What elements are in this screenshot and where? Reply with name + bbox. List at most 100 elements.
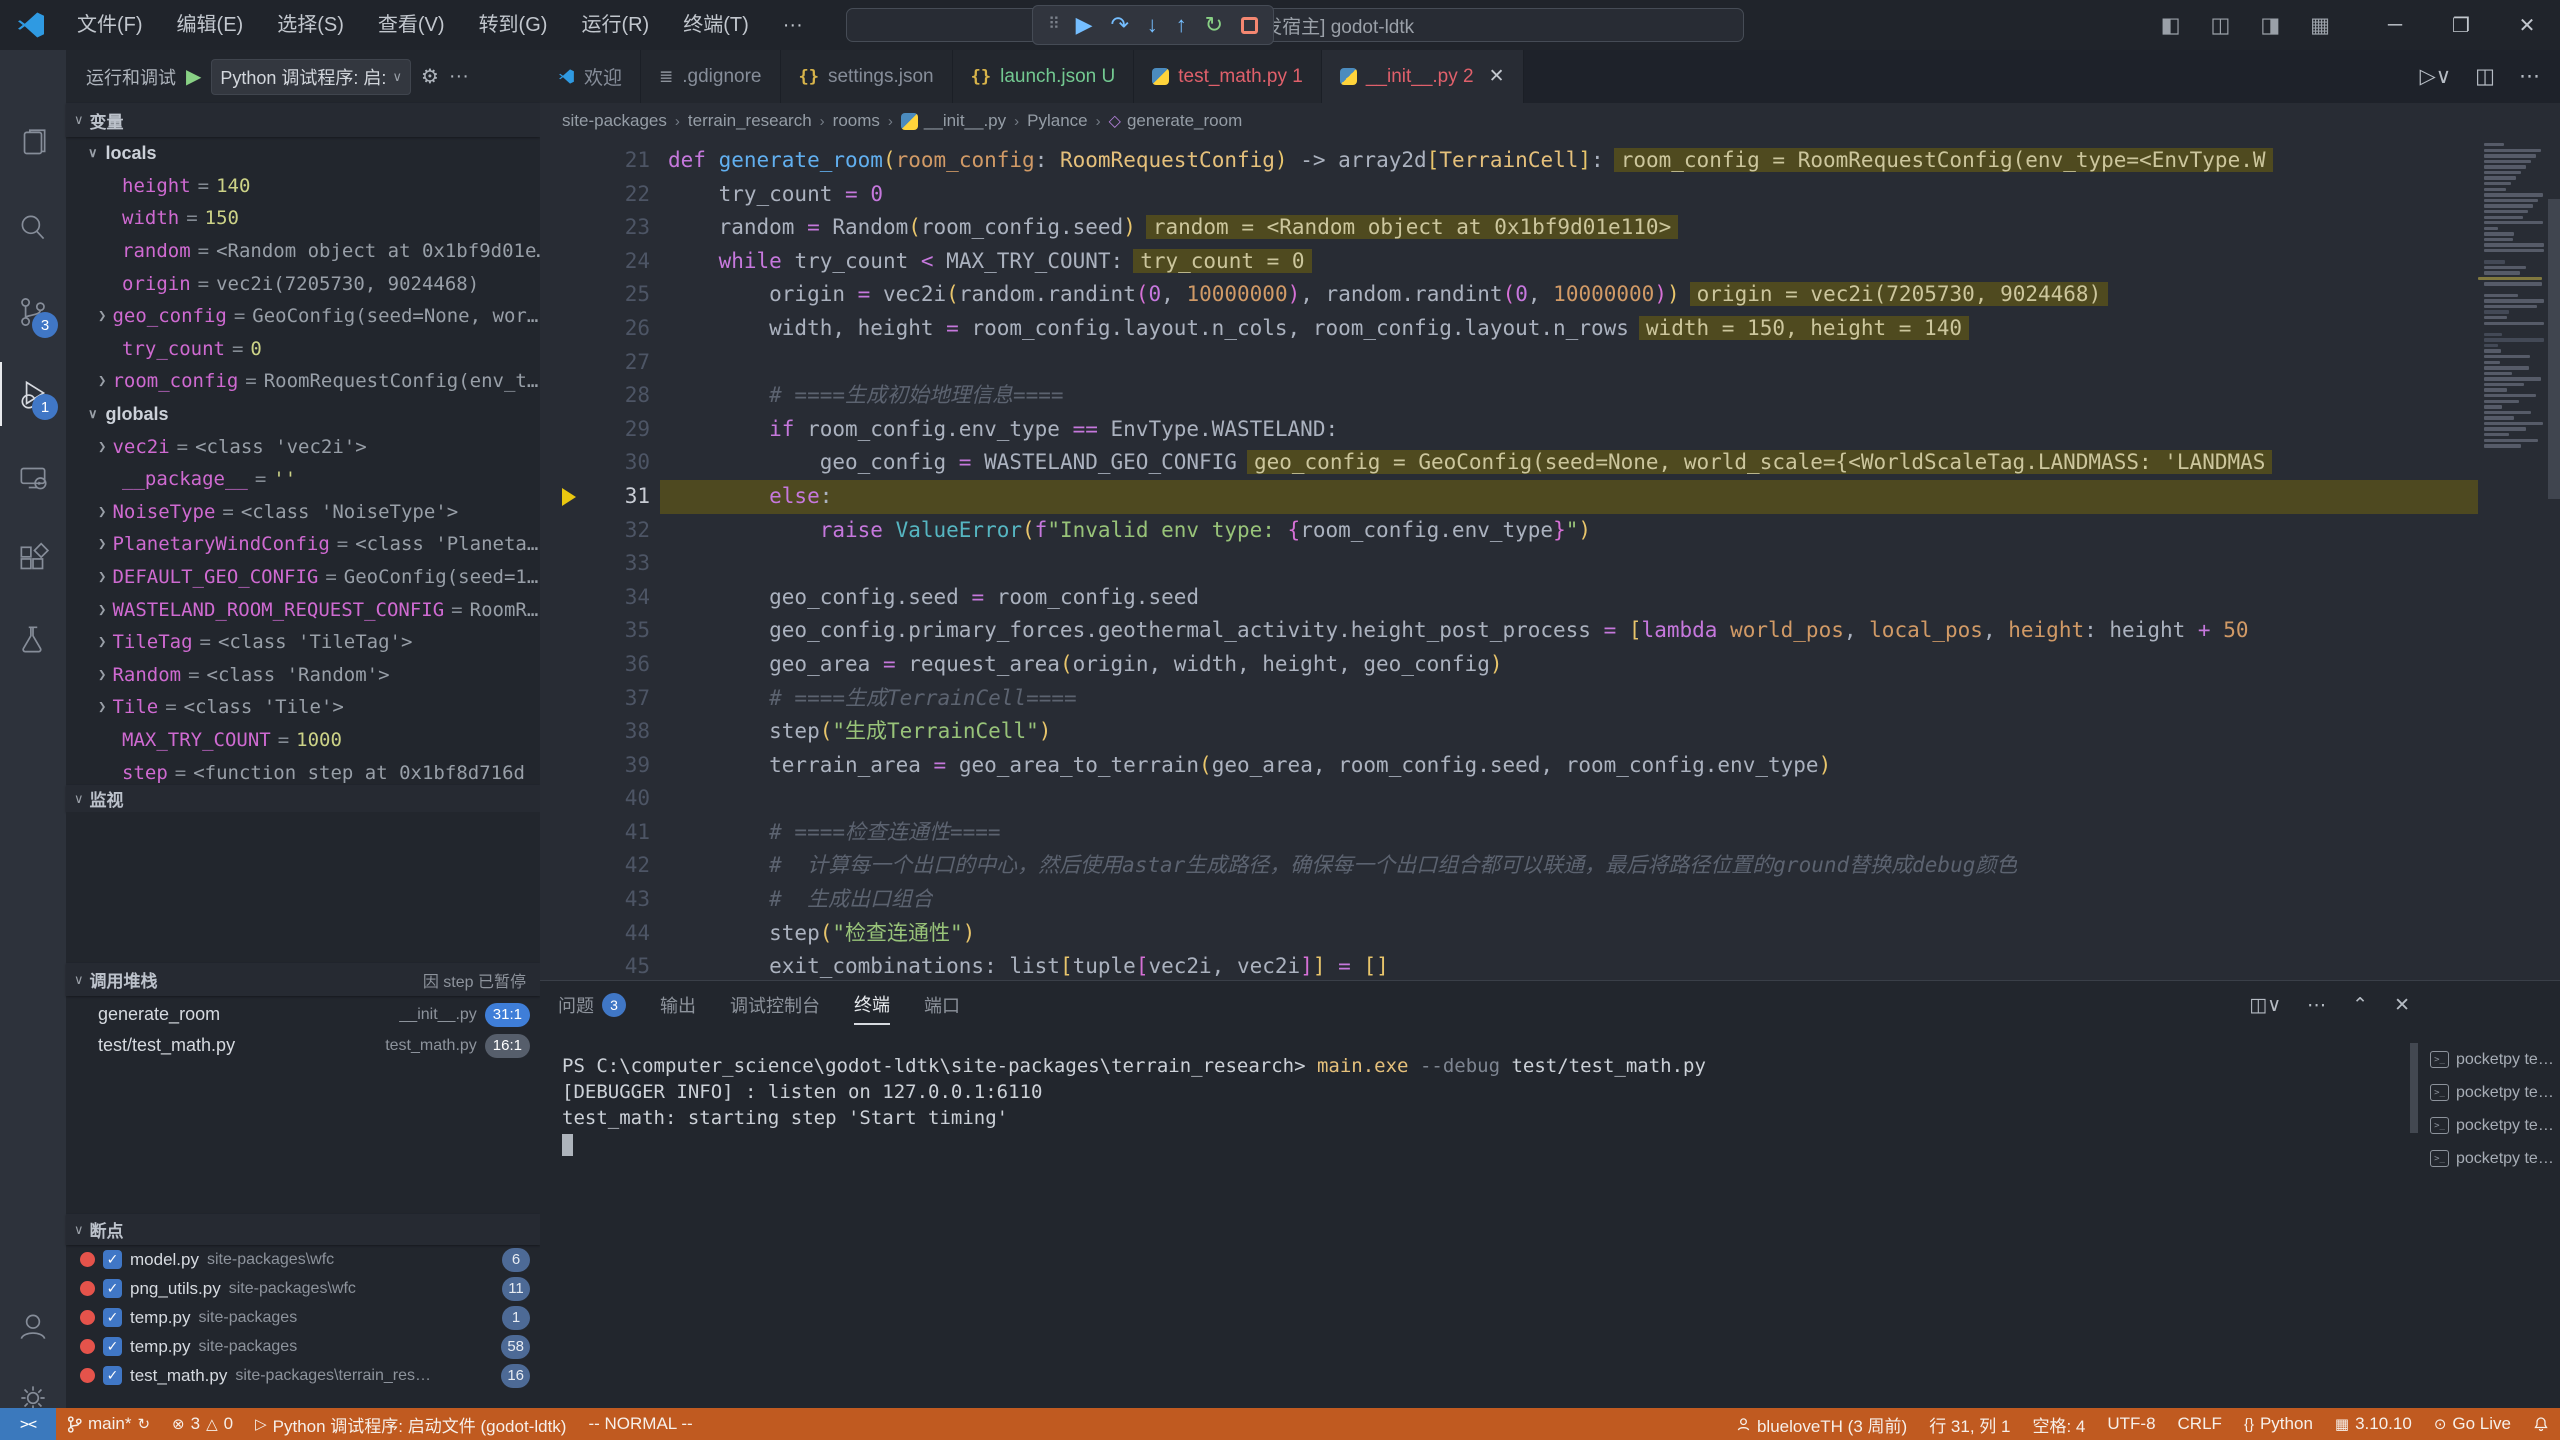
breadcrumb[interactable]: site-packages›terrain_research›rooms›__i…	[540, 103, 2560, 139]
stop-button[interactable]	[1241, 17, 1258, 34]
notifications-bell[interactable]	[2522, 1408, 2560, 1440]
terminal-instance[interactable]: >_pocketpy te…	[2430, 1076, 2560, 1109]
variable-row[interactable]: step=<function step at 0x1bf8d716d	[66, 756, 540, 785]
breakpoint-row[interactable]: ✓test_math.pysite-packages\terrain_res…1…	[66, 1361, 540, 1390]
breakpoint-row[interactable]: ✓model.pysite-packages\wfc6	[66, 1245, 540, 1274]
more-actions-icon[interactable]: ···	[449, 65, 469, 88]
git-blame-item[interactable]: blueloveTH (3 周前)	[1725, 1408, 1918, 1440]
variable-row[interactable]: ❯WASTELAND_ROOM_REQUEST_CONFIG=RoomR…	[66, 593, 540, 626]
watch-section-header[interactable]: ∨监视	[66, 785, 540, 812]
tab-__init__.py[interactable]: __init__.py 2✕	[1322, 50, 1524, 103]
menu-g[interactable]: 转到(G)	[462, 0, 565, 50]
extensions[interactable]	[0, 528, 66, 592]
menu-v[interactable]: 查看(V)	[361, 0, 462, 50]
breakpoints-section-header[interactable]: ∨断点	[66, 1214, 540, 1245]
testing[interactable]	[0, 608, 66, 672]
breakpoint-checkbox[interactable]: ✓	[103, 1308, 122, 1327]
variable-row[interactable]: ❯vec2i=<class 'vec2i'>	[66, 430, 540, 463]
editor-scrollbar[interactable]	[2548, 199, 2560, 499]
toggle-sidebar-icon[interactable]: ◧	[2161, 13, 2181, 38]
minimize-button[interactable]: ─	[2362, 0, 2428, 50]
git-branch-item[interactable]: main* ↻	[56, 1408, 161, 1440]
step-into-button[interactable]: ↓	[1147, 5, 1158, 45]
terminal-instance[interactable]: >_pocketpy te…	[2430, 1142, 2560, 1175]
eol-sequence[interactable]: CRLF	[2167, 1408, 2233, 1440]
tab-launch.json[interactable]: {}launch.json U	[953, 50, 1135, 103]
panel-tab-终端[interactable]: 终端	[854, 985, 890, 1025]
breakpoint-checkbox[interactable]: ✓	[103, 1279, 122, 1298]
variables-group[interactable]: ∨globals	[66, 398, 540, 431]
indentation[interactable]: 空格: 4	[2021, 1408, 2096, 1440]
tab-test_math.py[interactable]: test_math.py 1	[1134, 50, 1322, 103]
variable-row[interactable]: ❯NoiseType=<class 'NoiseType'>	[66, 496, 540, 529]
call-stack-frame[interactable]: generate_room__init__.py31:1	[66, 999, 540, 1030]
close-button[interactable]: ✕	[2494, 0, 2560, 50]
variable-row[interactable]: height=140	[66, 170, 540, 203]
variable-row[interactable]: ❯room_config=RoomRequestConfig(env_t…	[66, 365, 540, 398]
terminal-instance[interactable]: >_pocketpy te…	[2430, 1109, 2560, 1142]
step-over-button[interactable]: ↷	[1110, 5, 1128, 45]
python-interpreter[interactable]: ▦ 3.10.10	[2324, 1408, 2423, 1440]
menu-[interactable]: ···	[766, 0, 820, 50]
customize-layout-icon[interactable]: ▦	[2310, 13, 2330, 38]
panel-tab-调试控制台[interactable]: 调试控制台	[730, 985, 820, 1025]
panel-tab-问题[interactable]: 问题3	[558, 985, 626, 1025]
restore-button[interactable]: ❐	[2428, 0, 2494, 50]
continue-button[interactable]: ▶	[1076, 5, 1093, 45]
source-control[interactable]: 3	[0, 280, 66, 344]
variable-row[interactable]: ❯PlanetaryWindConfig=<class 'Planeta…	[66, 528, 540, 561]
command-center-search[interactable]: [扩展开发宿主] godot-ldtk	[846, 8, 1744, 42]
panel-tab-端口[interactable]: 端口	[924, 985, 960, 1025]
breadcrumb-item[interactable]: terrain_research	[688, 111, 812, 131]
variable-row[interactable]: ❯TileTag=<class 'TileTag'>	[66, 626, 540, 659]
run-python-file-button[interactable]: ▷∨	[2420, 64, 2452, 89]
variable-row[interactable]: ❯geo_config=GeoConfig(seed=None, wor…	[66, 300, 540, 333]
language-mode[interactable]: {} Python	[2233, 1408, 2324, 1440]
remote-explorer[interactable]	[0, 446, 66, 510]
gear-icon[interactable]: ⚙	[421, 64, 439, 89]
drag-handle-icon[interactable]: ⠿	[1048, 5, 1058, 45]
variable-row[interactable]: random=<Random object at 0x1bf9d01e…	[66, 235, 540, 268]
encoding[interactable]: UTF-8	[2096, 1408, 2166, 1440]
breadcrumb-item[interactable]: site-packages	[562, 111, 667, 131]
code-editor[interactable]: 21def generate_room(room_config: RoomReq…	[540, 139, 2560, 980]
tab-settings.json[interactable]: {}settings.json	[781, 50, 953, 103]
variable-row[interactable]: width=150	[66, 202, 540, 235]
variable-row[interactable]: MAX_TRY_COUNT=1000	[66, 724, 540, 757]
search[interactable]	[0, 196, 66, 260]
problems-item[interactable]: ⊗3 △0	[161, 1408, 244, 1440]
cursor-position[interactable]: 行 31, 列 1	[1918, 1408, 2021, 1440]
menu-r[interactable]: 运行(R)	[564, 0, 666, 50]
call-stack-frame[interactable]: test/test_math.pytest_math.py16:1	[66, 1030, 540, 1061]
toggle-secondary-sidebar-icon[interactable]: ◨	[2260, 13, 2280, 38]
breadcrumb-item[interactable]: __init__.py	[901, 111, 1006, 131]
panel-more-icon[interactable]: ⋯	[2307, 994, 2326, 1017]
variable-row[interactable]: ❯Tile=<class 'Tile'>	[66, 691, 540, 724]
breakpoint-checkbox[interactable]: ✓	[103, 1366, 122, 1385]
breadcrumb-item[interactable]: ◇generate_room	[1109, 111, 1243, 131]
panel-close-icon[interactable]: ✕	[2394, 994, 2410, 1017]
panel-maximize-icon[interactable]: ⌃	[2352, 994, 2368, 1017]
variable-row[interactable]: ❯Random=<class 'Random'>	[66, 659, 540, 692]
breadcrumb-item[interactable]: rooms	[833, 111, 880, 131]
split-editor-button[interactable]: ◫	[2475, 64, 2495, 89]
variable-row[interactable]: __package__=''	[66, 463, 540, 496]
variable-row[interactable]: ❯DEFAULT_GEO_CONFIG=GeoConfig(seed=1…	[66, 561, 540, 594]
variable-row[interactable]: origin=vec2i(7205730, 9024468)	[66, 267, 540, 300]
breakpoint-checkbox[interactable]: ✓	[103, 1250, 122, 1269]
tab-.gdignore[interactable]: ≣.gdignore	[641, 50, 780, 103]
variables-group[interactable]: ∨locals	[66, 137, 540, 170]
menu-f[interactable]: 文件(F)	[60, 0, 160, 50]
restart-button[interactable]: ↻	[1205, 5, 1223, 45]
variable-row[interactable]: try_count=0	[66, 333, 540, 366]
breakpoint-row[interactable]: ✓temp.pysite-packages58	[66, 1332, 540, 1361]
breadcrumb-item[interactable]: Pylance	[1027, 111, 1087, 131]
variables-section-header[interactable]: ∨变量	[66, 103, 540, 137]
debug-status-item[interactable]: ▷ Python 调试程序: 启动文件 (godot-ldtk)	[244, 1408, 577, 1440]
menu-e[interactable]: 编辑(E)	[160, 0, 261, 50]
breakpoint-checkbox[interactable]: ✓	[103, 1337, 122, 1356]
run-and-debug[interactable]: 1	[0, 362, 66, 426]
close-icon[interactable]: ✕	[1489, 65, 1505, 88]
minimap[interactable]	[2478, 139, 2548, 980]
toggle-panel-icon[interactable]: ◫	[2210, 13, 2230, 38]
